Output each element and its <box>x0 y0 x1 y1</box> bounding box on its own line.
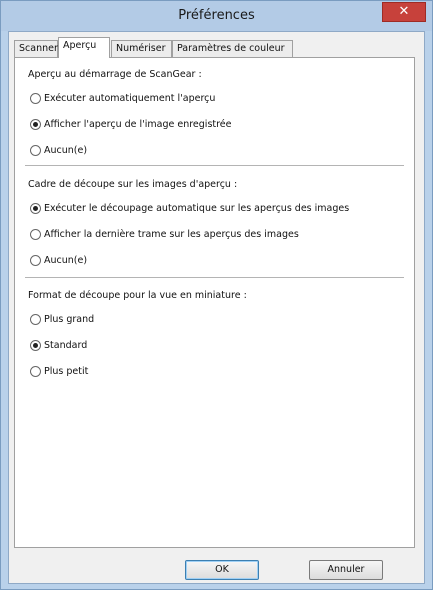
radio-button[interactable] <box>30 254 41 266</box>
title-bar[interactable]: Préférences ✕ <box>1 1 432 31</box>
ok-button[interactable]: OK <box>185 560 259 580</box>
radio-option[interactable]: Aucun(e) <box>30 143 87 157</box>
tab-scanner[interactable]: Scanner <box>14 40 58 57</box>
radio-button[interactable] <box>30 228 41 240</box>
dialog-client-area: Scanner Aperçu Numériser Paramètres de c… <box>8 31 425 584</box>
radio-button[interactable] <box>30 202 41 214</box>
radio-button[interactable] <box>30 118 41 130</box>
radio-label: Plus petit <box>44 365 89 377</box>
radio-option[interactable]: Afficher la dernière trame sur les aperç… <box>30 227 299 241</box>
cancel-button[interactable]: Annuler <box>309 560 383 580</box>
close-button[interactable]: ✕ <box>382 2 426 22</box>
radio-label: Standard <box>44 339 88 351</box>
tab-apercu[interactable]: Aperçu <box>58 37 110 58</box>
group-title-thumbnail-crop: Format de découpe pour la vue en miniatu… <box>28 290 247 301</box>
radio-selected-dot <box>33 121 38 127</box>
radio-label: Exécuter automatiquement l'aperçu <box>44 92 216 104</box>
radio-option[interactable]: Afficher l'aperçu de l'image enregistrée <box>30 117 232 131</box>
radio-button[interactable] <box>30 339 41 351</box>
radio-label: Exécuter le découpage automatique sur le… <box>44 202 350 214</box>
radio-option[interactable]: Exécuter automatiquement l'aperçu <box>30 91 215 105</box>
group-title-preview-startup: Aperçu au démarrage de ScanGear : <box>28 69 202 80</box>
tab-parametres-couleur[interactable]: Paramètres de couleur <box>172 40 293 57</box>
preferences-dialog: Préférences ✕ Scanner Aperçu Numériser P… <box>0 0 433 590</box>
radio-label: Aucun(e) <box>44 144 88 156</box>
dialog-title: Préférences <box>178 8 255 23</box>
radio-button[interactable] <box>30 92 41 104</box>
radio-selected-dot <box>33 342 38 348</box>
group-title-crop-frame: Cadre de découpe sur les images d'aperçu… <box>28 179 238 190</box>
radio-option[interactable]: Exécuter le découpage automatique sur le… <box>30 201 349 215</box>
close-icon: ✕ <box>398 4 410 19</box>
radio-option[interactable]: Plus petit <box>30 364 88 378</box>
separator <box>25 165 404 167</box>
radio-label: Plus grand <box>44 313 95 325</box>
separator <box>25 277 404 279</box>
radio-option[interactable]: Standard <box>30 338 87 352</box>
radio-button[interactable] <box>30 365 41 377</box>
tab-panel-apercu: Aperçu au démarrage de ScanGear : Exécut… <box>14 57 415 548</box>
radio-button[interactable] <box>30 144 41 156</box>
tab-numeriser[interactable]: Numériser <box>111 40 172 57</box>
radio-option[interactable]: Plus grand <box>30 312 94 326</box>
radio-selected-dot <box>33 205 38 211</box>
radio-option[interactable]: Aucun(e) <box>30 253 87 267</box>
radio-label: Afficher la dernière trame sur les aperç… <box>44 228 299 240</box>
radio-label: Aucun(e) <box>44 254 88 266</box>
radio-label: Afficher l'aperçu de l'image enregistrée <box>44 118 232 130</box>
radio-button[interactable] <box>30 313 41 325</box>
